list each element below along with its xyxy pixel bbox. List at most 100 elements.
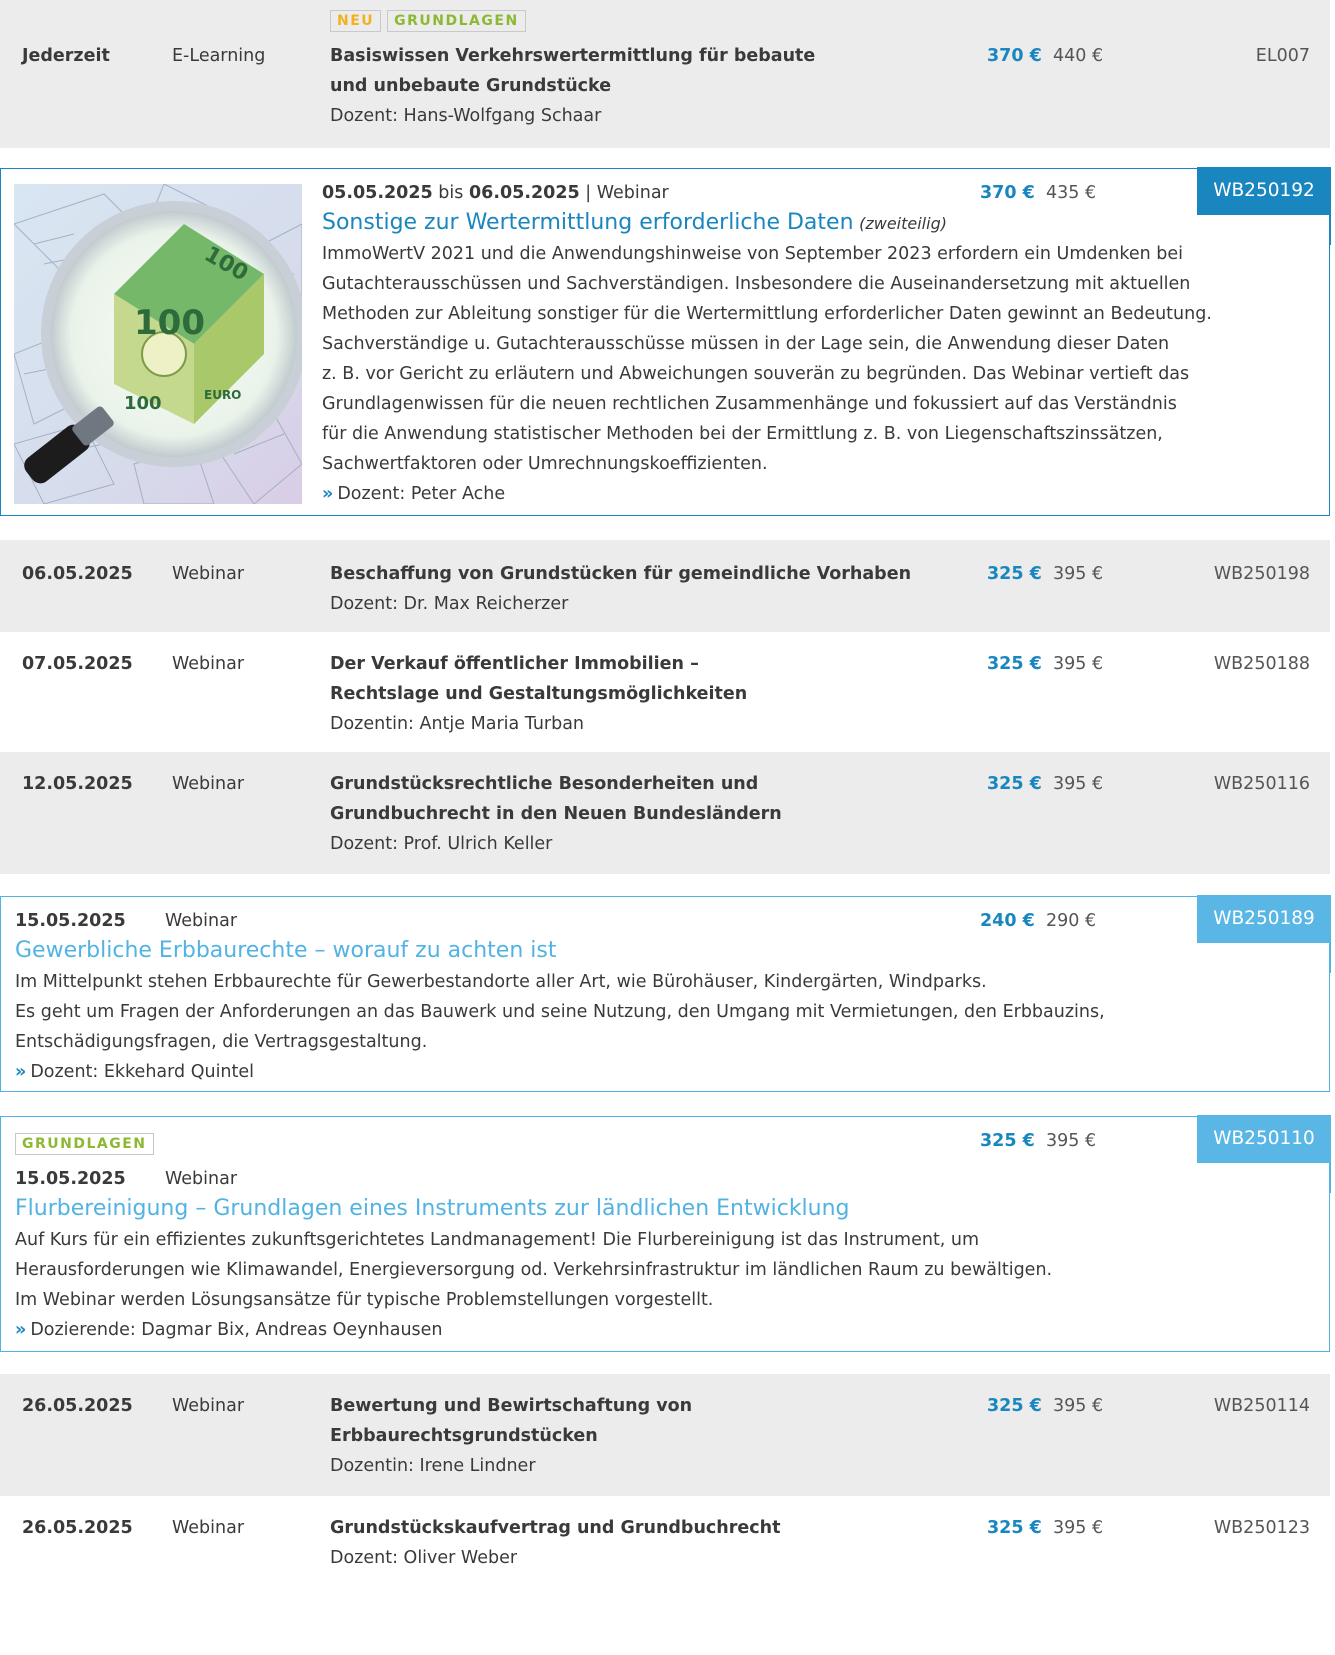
course-price-regular: 290 € [1046,911,1097,931]
description-line: Methoden zur Ableitung sonstiger für die… [322,304,1212,324]
course-type: Webinar [172,654,245,674]
course-price: 370 € [980,183,1035,203]
double-chevron-right-icon: » [15,1062,27,1082]
course-lecturer-link[interactable]: » Dozent: Ekkehard Quintel [15,1057,1105,1087]
course-title[interactable]: Grundbuchrecht in den Neuen Bundesländer… [330,798,782,830]
course-image[interactable]: 100 100 100 EURO [14,184,302,504]
course-title-line: Sonstige zur Wertermittlung erforderlich… [322,207,947,240]
course-type: Webinar [172,564,245,584]
course-code-badge[interactable]: WB250189 [1197,895,1331,943]
course-title-note: (zweiteilig) [859,214,947,233]
course-price-regular: 395 € [1053,654,1104,674]
divider [1329,1163,1331,1193]
tag-list: GRUNDLAGEN [15,1131,160,1155]
course-description: ImmoWertV 2021 und die Anwendungshinweis… [322,239,1212,509]
course-type: Webinar [165,911,238,931]
svg-text:100: 100 [124,393,162,414]
description-line: Im Mittelpunkt stehen Erbbaurechte für G… [15,972,987,992]
course-lecturer: Dozierende: Dagmar Bix, Andreas Oeynhaus… [30,1320,443,1340]
course-price-regular: 395 € [1053,564,1104,584]
description-line: Herausforderungen wie Klimawandel, Energ… [15,1260,1053,1280]
course-type: E-Learning [172,46,266,66]
course-date-to: 06.05.2025 [468,183,580,203]
course-row: NEU GRUNDLAGEN Jederzeit E-Learning Basis… [0,0,1330,148]
double-chevron-right-icon: » [322,484,334,504]
tag-basics: GRUNDLAGEN [387,10,526,32]
course-title[interactable]: und unbebaute Grundstücke [330,70,611,102]
course-title[interactable]: Grundstückskaufvertrag und Grundbuchrech… [330,1512,780,1544]
course-row: 12.05.2025 Webinar Grundstücksrechtliche… [0,752,1330,874]
course-price-regular: 395 € [1053,774,1104,794]
course-title-link[interactable]: Gewerbliche Erbbaurechte – worauf zu ach… [15,935,556,967]
description-line: Gutachterausschüssen und Sachverständige… [322,274,1191,294]
date-separator: bis [438,183,464,203]
course-lecturer: Dozent: Prof. Ulrich Keller [330,834,553,854]
course-type: Webinar [165,1169,238,1189]
course-title[interactable]: Basiswissen Verkehrswertermittlung für b… [330,40,815,72]
course-code-badge[interactable]: WB250192 [1197,167,1331,215]
course-price: 240 € [980,911,1035,931]
description-line: Im Webinar werden Lösungsansätze für typ… [15,1290,714,1310]
magnifier-euro-house-image: 100 100 100 EURO [14,184,302,504]
course-row-featured: 100 100 100 EURO 05.05.2025 bis 06.05.20… [0,167,1331,516]
svg-text:EURO: EURO [204,388,241,402]
course-title[interactable]: Der Verkauf öffentlicher Immobilien – [330,648,699,680]
description-line: für die Anwendung statistischer Methoden… [322,424,1163,444]
course-date: 12.05.2025 [22,774,133,794]
course-title[interactable]: Grundstücksrechtliche Besonderheiten und [330,768,758,800]
course-date: 26.05.2025 [22,1518,133,1538]
course-title[interactable]: Beschaffung von Grundstücken für gemeind… [330,558,911,590]
course-lecturer: Dozentin: Antje Maria Turban [330,714,585,734]
course-date-from: 05.05.2025 [322,183,433,203]
course-date: 06.05.2025 [22,564,133,584]
course-price: 325 € [987,1396,1042,1416]
course-price-regular: 440 € [1053,46,1104,66]
description-line: Grundlagenwissen für die neuen rechtlich… [322,394,1177,414]
course-price-regular: 395 € [1053,1518,1104,1538]
course-row: 26.05.2025 Webinar Bewertung und Bewirts… [0,1374,1330,1496]
description-line: ImmoWertV 2021 und die Anwendungshinweis… [322,244,1184,264]
course-row-detailed: GRUNDLAGEN 15.05.2025 Webinar Flurberein… [0,1115,1331,1352]
course-code: WB250123 [1213,1518,1310,1538]
course-code: WB250188 [1213,654,1310,674]
course-code-badge[interactable]: WB250110 [1197,1115,1331,1163]
course-description: Auf Kurs für ein effizientes zukunftsger… [15,1225,1052,1345]
course-title-link[interactable]: Sonstige zur Wertermittlung erforderlich… [322,210,854,235]
course-price: 325 € [980,1131,1035,1151]
course-type: Webinar [172,1518,245,1538]
course-lecturer: Dozent: Hans-Wolfgang Schaar [330,106,602,126]
course-row: 07.05.2025 Webinar Der Verkauf öffentlic… [0,632,1330,752]
course-title[interactable]: Rechtslage und Gestaltungsmöglichkeiten [330,678,747,710]
course-lecturer: Dozent: Peter Ache [337,484,506,504]
course-code: WB250114 [1213,1396,1310,1416]
description-line: Sachwertfaktoren oder Umrechnungskoeffiz… [322,454,768,474]
course-row: 06.05.2025 Webinar Beschaffung von Grund… [0,540,1330,632]
course-type: Webinar [172,1396,245,1416]
course-lecturer: Dozent: Oliver Weber [330,1548,518,1568]
course-code: WB250116 [1213,774,1310,794]
double-chevron-right-icon: » [15,1320,27,1340]
course-lecturer: Dozent: Ekkehard Quintel [30,1062,255,1082]
course-title-link[interactable]: Flurbereinigung – Grundlagen eines Instr… [15,1193,850,1225]
course-lecturer-link[interactable]: » Dozierende: Dagmar Bix, Andreas Oeynhau… [15,1315,1052,1345]
course-lecturer: Dozent: Dr. Max Reicherzer [330,594,569,614]
course-title[interactable]: Erbbaurechtsgrundstücken [330,1420,598,1452]
course-lecturer: Dozentin: Irene Lindner [330,1456,536,1476]
course-price-regular: 395 € [1046,1131,1097,1151]
course-description: Im Mittelpunkt stehen Erbbaurechte für G… [15,967,1105,1087]
course-date: 07.05.2025 [22,654,133,674]
description-line: Es geht um Fragen der Anforderungen an d… [15,1002,1105,1022]
description-line: Entschädigungsfragen, die Vertragsgestal… [15,1032,428,1052]
course-price-regular: 435 € [1046,183,1097,203]
course-row: 26.05.2025 Webinar Grundstückskaufvertra… [0,1496,1330,1616]
course-title[interactable]: Bewertung und Bewirtschaftung von [330,1390,692,1422]
divider [1329,943,1331,973]
course-date: 26.05.2025 [22,1396,133,1416]
course-lecturer-link[interactable]: » Dozent: Peter Ache [322,479,1212,509]
course-price: 325 € [987,774,1042,794]
description-line: Auf Kurs für ein effizientes zukunftsger… [15,1230,980,1250]
course-price: 325 € [987,654,1042,674]
course-type: Webinar [172,774,245,794]
course-price-regular: 395 € [1053,1396,1104,1416]
course-row-detailed: 15.05.2025 Webinar Gewerbliche Erbbaurec… [0,895,1331,1092]
